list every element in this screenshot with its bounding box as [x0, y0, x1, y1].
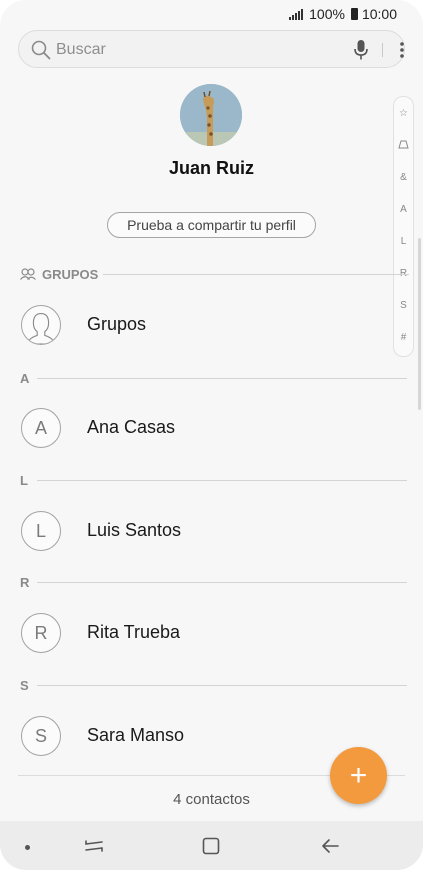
battery-percent: 100%	[309, 6, 345, 22]
list-item-groups[interactable]: Grupos	[0, 295, 423, 355]
section-divider	[37, 685, 407, 686]
more-options-icon[interactable]	[396, 41, 408, 59]
battery-icon	[350, 8, 358, 20]
contact-avatar: A	[21, 408, 61, 448]
contact-avatar: S	[21, 716, 61, 756]
person-silhouette-icon	[26, 313, 56, 344]
clock: 10:00	[361, 6, 397, 22]
microphone-icon[interactable]	[353, 39, 369, 61]
groups-mini-icon	[398, 140, 409, 149]
contact-avatar: L	[21, 511, 61, 551]
contact-row[interactable]: A Ana Casas	[0, 398, 423, 458]
contact-name: Luis Santos	[87, 520, 182, 540]
contact-row[interactable]: L Luis Santos	[0, 501, 423, 561]
groups-icon	[20, 268, 36, 280]
search-bar[interactable]: Buscar	[18, 30, 405, 68]
section-divider	[37, 480, 407, 481]
section-divider	[37, 582, 407, 583]
section-header-l: L	[20, 472, 407, 488]
groups-avatar	[21, 305, 61, 345]
contact-name: Rita Trueba	[87, 622, 181, 642]
search-icon	[31, 40, 51, 60]
profile-name[interactable]: Juan Ruiz	[0, 158, 423, 179]
index-favorites[interactable]: ☆	[394, 108, 413, 119]
home-icon[interactable]	[200, 835, 222, 857]
share-profile-button[interactable]: Prueba a compartir tu perfil	[107, 212, 316, 238]
contact-row[interactable]: R Rita Trueba	[0, 603, 423, 663]
section-divider	[103, 274, 409, 275]
add-icon: +	[349, 758, 368, 792]
search-divider	[382, 43, 383, 57]
contact-name: Sara Manso	[87, 725, 185, 745]
contacts-screen: 100% 10:00 Buscar Juan Ruiz Prueba a com…	[0, 0, 423, 870]
nav-indicator-dot	[25, 845, 30, 850]
section-header-r: R	[20, 574, 407, 590]
back-icon[interactable]	[319, 835, 341, 857]
index-a[interactable]: A	[394, 204, 413, 215]
search-placeholder[interactable]: Buscar	[56, 41, 106, 59]
section-divider	[37, 378, 407, 379]
add-contact-button[interactable]: +	[330, 747, 387, 804]
giraffe-photo	[180, 84, 242, 146]
recent-apps-icon[interactable]	[83, 835, 105, 857]
section-header-s: S	[20, 677, 407, 693]
section-letter: A	[20, 370, 30, 386]
index-l[interactable]: L	[394, 236, 413, 247]
list-item-label: Grupos	[87, 314, 147, 334]
signal-icon	[289, 8, 304, 20]
section-letter: R	[20, 574, 30, 590]
section-letter: S	[20, 677, 29, 693]
section-header-a: A	[20, 370, 407, 386]
contact-name: Ana Casas	[87, 417, 176, 437]
profile-avatar[interactable]	[180, 84, 242, 146]
section-header-label: GRUPOS	[42, 266, 99, 282]
section-letter: L	[20, 472, 28, 488]
index-ampersand[interactable]: &	[394, 172, 413, 183]
contact-avatar: R	[21, 613, 61, 653]
navigation-bar	[0, 821, 423, 870]
section-header-groups: GRUPOS	[20, 266, 409, 282]
index-groups[interactable]	[394, 140, 413, 152]
status-bar: 100% 10:00	[289, 6, 397, 22]
